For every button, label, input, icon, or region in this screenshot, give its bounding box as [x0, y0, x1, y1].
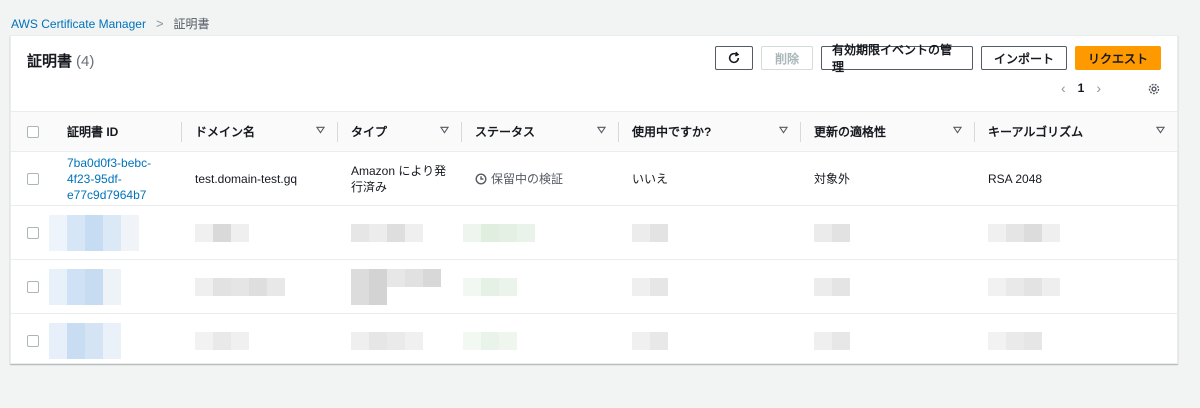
algorithm-cell: RSA 2048	[988, 171, 1043, 186]
import-button[interactable]: インポート	[981, 46, 1067, 70]
column-header-status[interactable]: ステータス	[461, 112, 618, 152]
domain-name-cell: test.domain-test.gq	[195, 171, 298, 186]
redacted-type	[337, 268, 461, 305]
redacted-in-use	[618, 331, 800, 350]
in-use-cell: いいえ	[632, 172, 669, 186]
delete-button[interactable]: 削除	[761, 46, 813, 70]
select-all-header	[11, 112, 53, 152]
renewal-cell: 対象外	[814, 172, 851, 186]
redacted-id	[49, 322, 181, 359]
row-checkbox[interactable]	[27, 226, 39, 239]
sort-caret-icon	[953, 126, 962, 134]
redacted-id	[49, 268, 181, 305]
column-header-id[interactable]: 証明書 ID	[53, 112, 181, 152]
redacted-domain	[181, 331, 337, 350]
sort-caret-icon	[597, 126, 606, 134]
sort-caret-icon	[440, 126, 449, 134]
breadcrumb-current: 証明書	[173, 17, 210, 31]
certificates-panel: 証明書 (4) 削除 有効期限イベントの管理 インポート リクエスト ‹ 1 › …	[10, 35, 1178, 364]
redacted-renewal	[800, 223, 974, 242]
redacted-status	[463, 331, 618, 350]
pending-clock-icon	[475, 172, 487, 185]
redacted-domain	[181, 277, 337, 296]
certificate-count: (4)	[76, 53, 95, 70]
table-header-row: 証明書 ID ドメイン名 タイプ ステータス 使用中ですか? 更新の適格性 キー…	[11, 111, 1177, 152]
redacted-status	[463, 277, 618, 296]
status-badge: 保留中の検証	[475, 170, 618, 187]
breadcrumb: AWS Certificate Manager > 証明書	[11, 15, 210, 32]
redacted-algorithm	[974, 223, 1177, 242]
type-cell: Amazon により発 行済み	[351, 163, 447, 194]
redacted-type	[337, 331, 461, 350]
row-checkbox[interactable]	[27, 280, 39, 293]
table-row[interactable]	[11, 260, 1177, 314]
refresh-button[interactable]	[715, 46, 753, 70]
redacted-in-use	[618, 223, 800, 242]
certificate-id-link[interactable]: 7ba0d0f3-bebc- 4f23-95df-e77c9d7964b7	[67, 156, 151, 202]
sort-caret-icon	[316, 126, 325, 134]
settings-gear-icon[interactable]	[1147, 82, 1161, 96]
next-page-icon[interactable]: ›	[1096, 80, 1101, 96]
table-row[interactable]: 7ba0d0f3-bebc- 4f23-95df-e77c9d7964b7 tes…	[11, 152, 1177, 206]
redacted-id	[49, 214, 181, 251]
row-checkbox[interactable]	[27, 334, 39, 347]
previous-page-icon[interactable]: ‹	[1061, 80, 1066, 96]
refresh-icon	[728, 51, 740, 64]
manage-expiration-events-button[interactable]: 有効期限イベントの管理	[821, 43, 973, 74]
page-title: 証明書 (4)	[27, 50, 94, 71]
row-checkbox[interactable]	[27, 172, 39, 185]
redacted-algorithm	[974, 277, 1177, 296]
column-header-in-use[interactable]: 使用中ですか?	[618, 112, 800, 152]
redacted-algorithm	[974, 331, 1177, 350]
breadcrumb-root-link[interactable]: AWS Certificate Manager	[11, 17, 146, 31]
sort-caret-icon	[779, 126, 788, 134]
certificates-table: 証明書 ID ドメイン名 タイプ ステータス 使用中ですか? 更新の適格性 キー…	[11, 111, 1177, 368]
request-button[interactable]: リクエスト	[1075, 46, 1161, 70]
redacted-type	[337, 223, 461, 242]
breadcrumb-separator-icon: >	[155, 16, 164, 31]
table-row[interactable]	[11, 314, 1177, 368]
column-header-renewal[interactable]: 更新の適格性	[800, 112, 974, 152]
column-header-domain[interactable]: ドメイン名	[181, 112, 337, 152]
current-page-number[interactable]: 1	[1078, 81, 1085, 95]
pagination: ‹ 1 ›	[1061, 80, 1101, 96]
redacted-renewal	[800, 331, 974, 350]
table-row[interactable]	[11, 206, 1177, 260]
column-header-algorithm[interactable]: キーアルゴリズム	[974, 112, 1177, 152]
sort-caret-icon	[1156, 126, 1165, 134]
redacted-status	[463, 223, 618, 242]
redacted-domain	[181, 223, 337, 242]
redacted-renewal	[800, 277, 974, 296]
column-header-type[interactable]: タイプ	[337, 112, 461, 152]
redacted-in-use	[618, 277, 800, 296]
panel-title-text: 証明書	[27, 53, 73, 70]
select-all-checkbox[interactable]	[27, 125, 39, 138]
